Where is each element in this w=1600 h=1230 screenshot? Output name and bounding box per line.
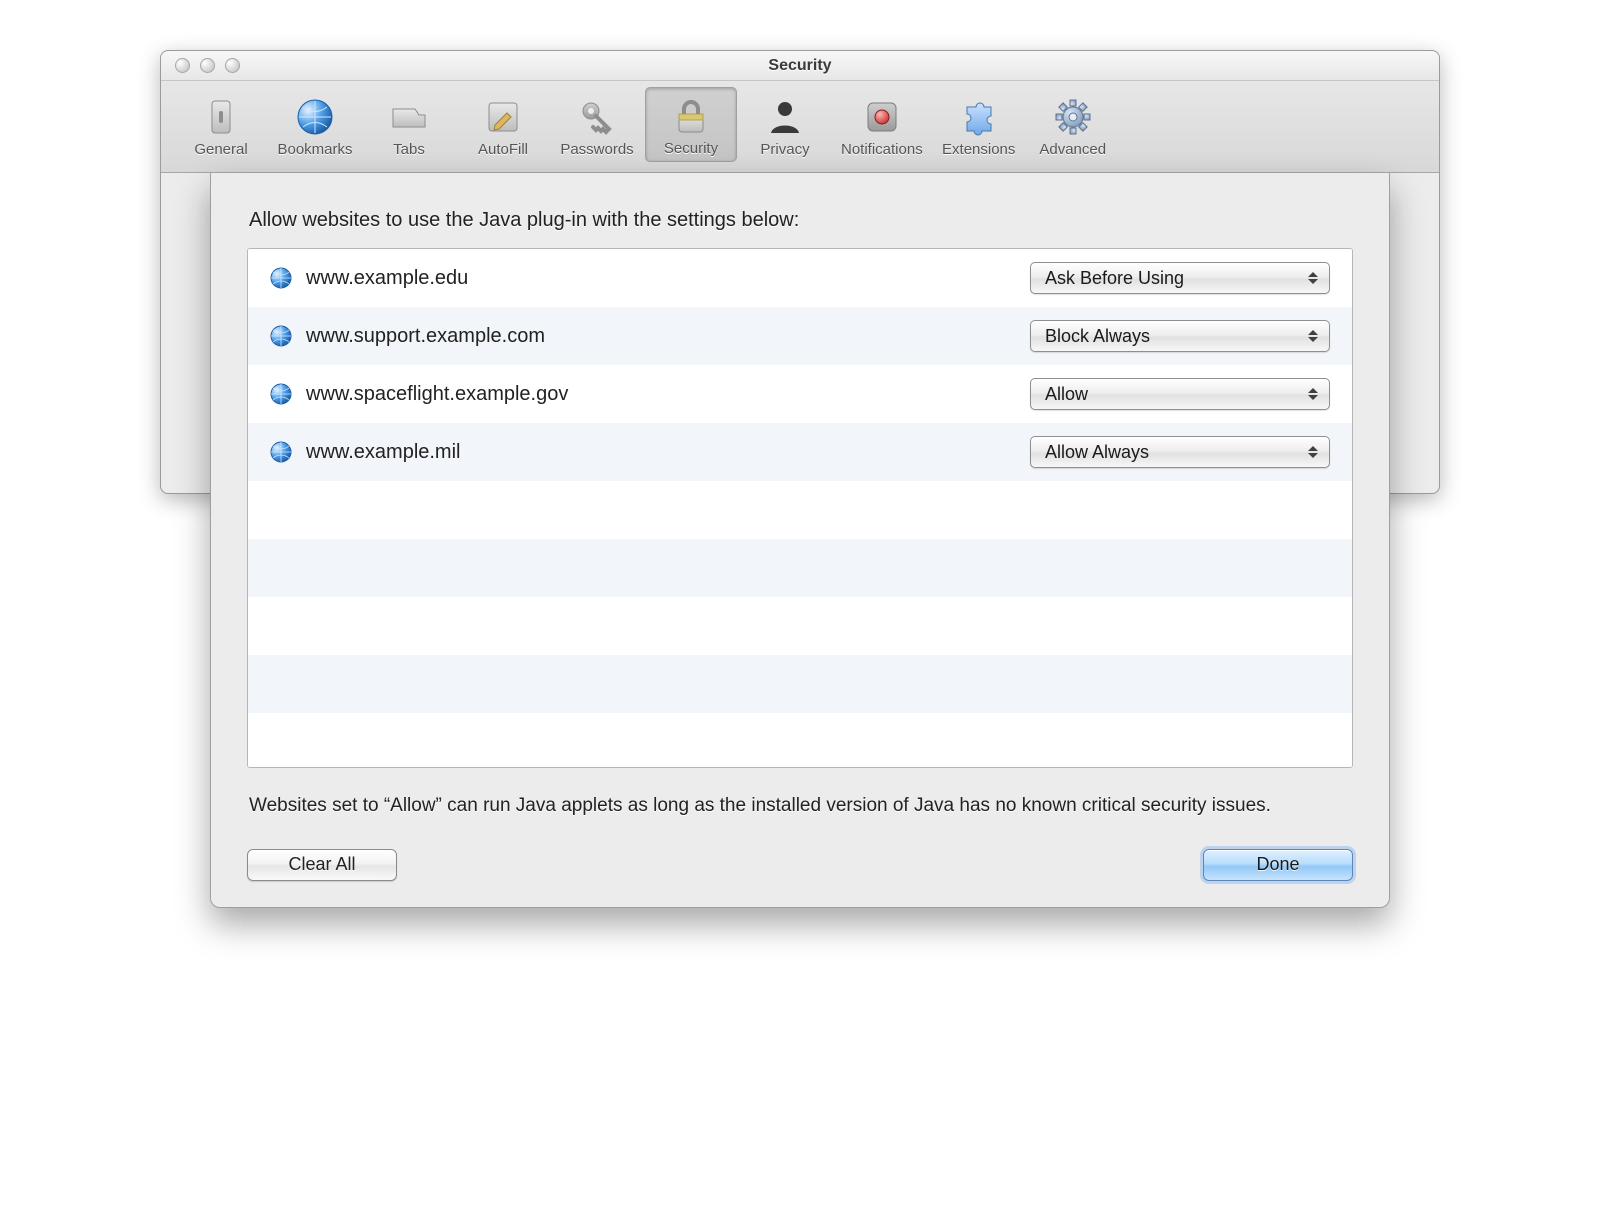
toolbar-tab-label: Advanced — [1039, 141, 1106, 158]
puzzle-icon — [957, 95, 1001, 139]
person-icon — [763, 95, 807, 139]
lock-icon — [669, 94, 713, 138]
permission-value: Allow Always — [1045, 442, 1149, 463]
toolbar-tab-label: Security — [664, 140, 718, 157]
toolbar-tab-privacy[interactable]: Privacy — [739, 87, 831, 162]
preferences-window: Security General Bookmarks Tabs AutoFill Pas… — [160, 50, 1440, 494]
globe-icon — [270, 267, 292, 289]
preferences-toolbar: General Bookmarks Tabs AutoFill Passwords Sec… — [161, 81, 1439, 173]
key-icon — [575, 95, 619, 139]
preferences-body: Allow websites to use the Java plug-in w… — [161, 173, 1439, 493]
chevron-updown-icon — [1307, 272, 1319, 284]
toolbar-tab-bookmarks[interactable]: Bookmarks — [269, 87, 361, 162]
toolbar-tab-extensions[interactable]: Extensions — [933, 87, 1025, 162]
window-title: Security — [161, 57, 1439, 75]
toolbar-tab-security[interactable]: Security — [645, 87, 737, 162]
java-plugin-sheet: Allow websites to use the Java plug-in w… — [210, 173, 1390, 908]
toolbar-tab-general[interactable]: General — [175, 87, 267, 162]
website-row-empty — [248, 597, 1352, 655]
chevron-updown-icon — [1307, 388, 1319, 400]
record-icon — [860, 95, 904, 139]
toolbar-tab-passwords[interactable]: Passwords — [551, 87, 643, 162]
toolbar-tab-autofill[interactable]: AutoFill — [457, 87, 549, 162]
toolbar-tab-notifications[interactable]: Notifications — [833, 87, 931, 162]
sheet-heading: Allow websites to use the Java plug-in w… — [249, 209, 1351, 232]
website-row[interactable]: www.support.example.com Block Always — [248, 307, 1352, 365]
pencil-icon — [481, 95, 525, 139]
sheet-footer-text: Websites set to “Allow” can run Java app… — [249, 792, 1351, 821]
globe-icon — [270, 325, 292, 347]
done-button[interactable]: Done — [1203, 849, 1353, 881]
website-domain: www.spaceflight.example.gov — [306, 383, 1030, 406]
toolbar-tab-label: Passwords — [560, 141, 633, 158]
tab-icon — [387, 95, 431, 139]
sheet-button-bar: Clear All Done — [247, 849, 1353, 881]
toolbar-tab-label: Bookmarks — [277, 141, 352, 158]
website-row[interactable]: www.spaceflight.example.gov Allow — [248, 365, 1352, 423]
globe-icon — [270, 441, 292, 463]
toolbar-tab-label: Notifications — [841, 141, 923, 158]
chevron-updown-icon — [1307, 446, 1319, 458]
permission-dropdown[interactable]: Allow — [1030, 378, 1330, 410]
toolbar-tab-label: Tabs — [393, 141, 425, 158]
permission-value: Allow — [1045, 384, 1088, 405]
website-row-empty — [248, 713, 1352, 768]
permission-value: Ask Before Using — [1045, 268, 1184, 289]
website-row-empty — [248, 481, 1352, 539]
toolbar-tab-label: Extensions — [942, 141, 1015, 158]
globe-icon — [293, 95, 337, 139]
clear-all-button[interactable]: Clear All — [247, 849, 397, 881]
website-row[interactable]: www.example.mil Allow Always — [248, 423, 1352, 481]
switch-icon — [199, 95, 243, 139]
toolbar-tab-tabs[interactable]: Tabs — [363, 87, 455, 162]
permission-dropdown[interactable]: Ask Before Using — [1030, 262, 1330, 294]
globe-icon — [270, 383, 292, 405]
toolbar-tab-label: Privacy — [760, 141, 809, 158]
website-domain: www.example.mil — [306, 441, 1030, 464]
toolbar-tab-label: AutoFill — [478, 141, 528, 158]
website-domain: www.example.edu — [306, 267, 1030, 290]
website-row-empty — [248, 655, 1352, 713]
toolbar-tab-label: General — [194, 141, 247, 158]
toolbar-tab-advanced[interactable]: Advanced — [1027, 87, 1119, 162]
permission-dropdown[interactable]: Block Always — [1030, 320, 1330, 352]
titlebar: Security — [161, 51, 1439, 81]
website-list: www.example.edu Ask Before Using www.suppo… — [247, 248, 1353, 768]
permission-dropdown[interactable]: Allow Always — [1030, 436, 1330, 468]
website-domain: www.support.example.com — [306, 325, 1030, 348]
gear-icon — [1051, 95, 1095, 139]
permission-value: Block Always — [1045, 326, 1150, 347]
chevron-updown-icon — [1307, 330, 1319, 342]
website-row[interactable]: www.example.edu Ask Before Using — [248, 249, 1352, 307]
website-row-empty — [248, 539, 1352, 597]
